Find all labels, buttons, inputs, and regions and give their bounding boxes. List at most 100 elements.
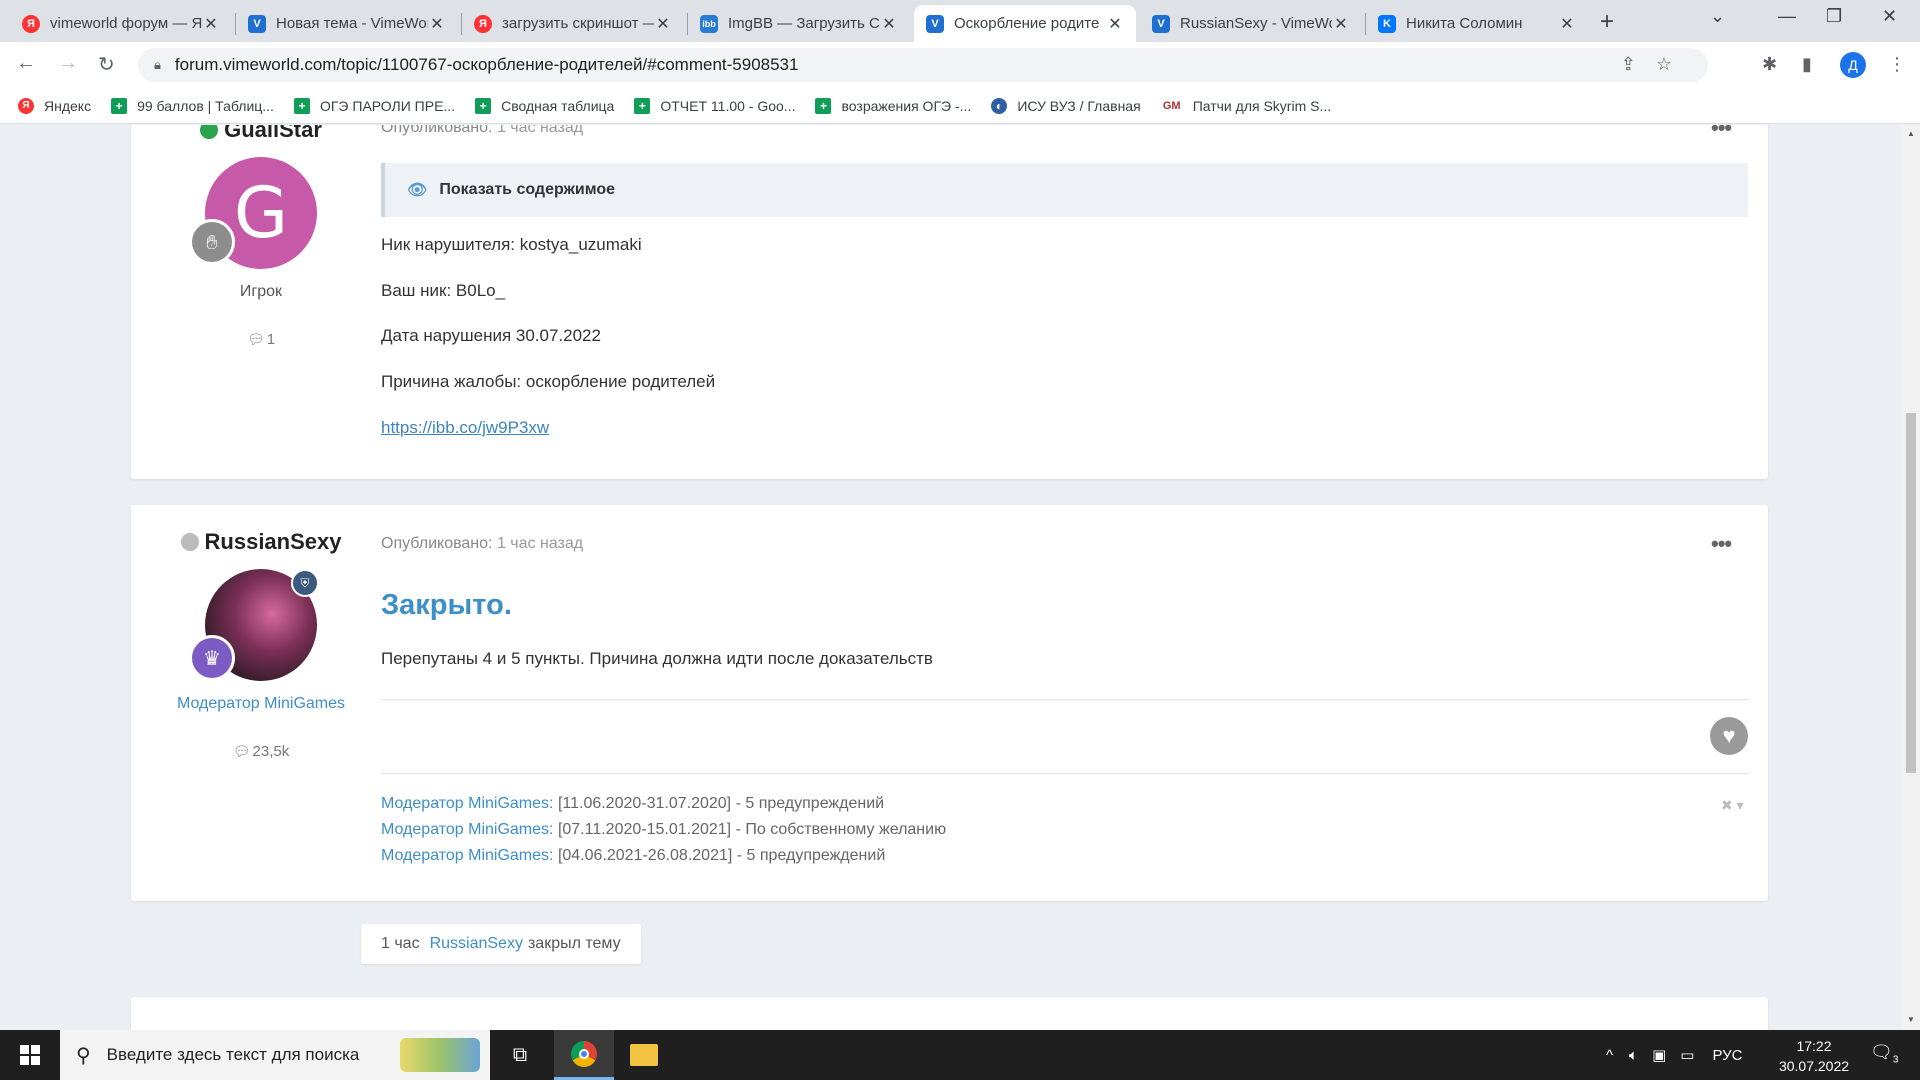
author-name: GualiStar bbox=[224, 125, 322, 142]
lock-icon[interactable]: 🔒︎ bbox=[154, 57, 161, 73]
signature: Модератор MiniGames: [11.06.2020-31.07.2… bbox=[381, 791, 946, 869]
evidence-link[interactable]: https://ibb.co/jw9P3xw bbox=[381, 418, 549, 438]
bookmark-summary-table[interactable]: + Сводная таблица bbox=[475, 97, 614, 114]
clock[interactable]: 17:22 30.07.2022 bbox=[1754, 1036, 1874, 1076]
back-icon[interactable]: ← bbox=[16, 52, 36, 75]
signature-close-icon[interactable]: ✖ ▾ bbox=[1721, 797, 1744, 814]
taskbar-search[interactable]: ⚲ Введите здесь текст для поиска bbox=[60, 1030, 490, 1080]
start-button[interactable] bbox=[0, 1030, 60, 1080]
close-icon[interactable]: ✕ bbox=[654, 14, 672, 34]
heart-icon[interactable]: ♥ bbox=[1710, 717, 1748, 755]
address-bar[interactable]: 🔒︎ forum.vimeworld.com/topic/1100767-оск… bbox=[138, 48, 1708, 82]
share-icon[interactable]: ⇪ bbox=[1621, 54, 1656, 74]
bookmark-isu[interactable]: ◐ ИСУ ВУЗ / Главная bbox=[991, 97, 1141, 114]
post-count[interactable]: 💬︎ 1 bbox=[131, 331, 391, 348]
battery-icon[interactable]: ▭ bbox=[1680, 1046, 1694, 1064]
post-count-value: 1 bbox=[266, 331, 276, 348]
event-user-link[interactable]: RussianSexy bbox=[430, 935, 523, 953]
published-label: Опубликовано: bbox=[381, 125, 493, 136]
author-name-link[interactable]: RussianSexy bbox=[131, 529, 391, 555]
close-icon[interactable]: ✕ bbox=[880, 14, 898, 34]
avatar[interactable]: G ✋︎ bbox=[189, 157, 317, 269]
moderation-event: 1 час RussianSexy закрыл тему bbox=[361, 924, 641, 964]
published-time[interactable]: 1 час назад bbox=[497, 125, 583, 136]
star-icon[interactable]: ☆ bbox=[1656, 54, 1692, 74]
sheets-icon: + bbox=[475, 97, 492, 114]
windows-taskbar: ⚲ Введите здесь текст для поиска ⧉ ^ 🔈︎ … bbox=[0, 1030, 1920, 1080]
divider bbox=[381, 773, 1748, 774]
browser-tab-6[interactable]: V RussianSexy - VimeWo ✕ bbox=[1140, 5, 1362, 42]
author-role[interactable]: Модератор MiniGames bbox=[131, 695, 391, 713]
search-highlight-image[interactable] bbox=[400, 1038, 480, 1072]
task-view-icon[interactable]: ⧉ bbox=[490, 1030, 550, 1080]
tab-search-icon[interactable]: ⌄ bbox=[1710, 6, 1725, 27]
post-count-value: 23,5k bbox=[252, 743, 290, 760]
show-hidden-icons-icon[interactable]: ^ bbox=[1606, 1047, 1613, 1064]
sheets-icon: + bbox=[815, 97, 832, 114]
bookmark-99-points[interactable]: +99 баллов | Таблиц... bbox=[111, 97, 274, 114]
signature-detail: [04.06.2021-26.08.2021] - 5 предупрежден… bbox=[557, 847, 886, 864]
eye-icon: 👁︎ bbox=[407, 182, 428, 199]
crown-badge-icon[interactable]: ♛ bbox=[189, 635, 235, 681]
bookmark-oge-objections[interactable]: + возражения ОГЭ -... bbox=[815, 97, 971, 114]
chrome-taskbar-button[interactable] bbox=[554, 1030, 614, 1080]
signature-role: Модератор MiniGames: bbox=[381, 795, 554, 812]
close-icon[interactable]: ✕ bbox=[1558, 14, 1576, 34]
forward-icon[interactable]: → bbox=[58, 52, 78, 75]
extensions-icon[interactable]: ✱ bbox=[1762, 54, 1777, 75]
yandex-icon: Я bbox=[22, 14, 40, 33]
browser-tab-2[interactable]: V Новая тема - VimeWorld ✕ bbox=[236, 5, 458, 42]
close-icon[interactable]: ✕ bbox=[428, 14, 446, 34]
restore-icon[interactable]: ❐ bbox=[1826, 6, 1842, 27]
browser-tab-3[interactable]: Я загрузить скриншот — Я ✕ bbox=[462, 5, 684, 42]
bookmark-label: ОГЭ ПАРОЛИ ПРЕ... bbox=[319, 97, 456, 114]
language-indicator[interactable]: РУС bbox=[1712, 1047, 1742, 1064]
forum-post: GualiStar G ✋︎ Игрок 💬︎ 1 Опубликовано: 1… bbox=[131, 125, 1768, 479]
close-icon[interactable]: ✕ bbox=[1106, 14, 1124, 34]
minimize-icon[interactable]: — bbox=[1778, 6, 1796, 27]
bookmark-oge-passwords[interactable]: + ОГЭ ПАРОЛИ ПРЕ... bbox=[293, 97, 456, 114]
tab-strip: Я vimeworld форум — Я ✕ V Новая тема - V… bbox=[0, 0, 1920, 42]
file-explorer-button[interactable] bbox=[614, 1030, 674, 1080]
browser-tab-7[interactable]: K Никита Соломин ✕ bbox=[1366, 5, 1588, 42]
event-time[interactable]: 1 час bbox=[381, 935, 420, 953]
avatar[interactable]: ⛨ ♛ bbox=[189, 569, 319, 681]
new-tab-button[interactable]: + bbox=[1600, 8, 1614, 36]
scroll-up-icon[interactable]: ▲ bbox=[1907, 129, 1915, 138]
window-close-icon[interactable]: ✕ bbox=[1882, 6, 1897, 27]
bookmark-label: ИСУ ВУЗ / Главная bbox=[1017, 97, 1141, 114]
signature-detail: [07.11.2020-15.01.2021] - По собственном… bbox=[557, 821, 947, 838]
event-action: закрыл тему bbox=[527, 935, 621, 952]
close-icon[interactable]: ✕ bbox=[202, 14, 220, 34]
menu-icon[interactable]: ⋮ bbox=[1888, 54, 1906, 75]
tab-title: загрузить скриншот — Я bbox=[502, 15, 654, 32]
vimeworld-icon: V bbox=[1152, 14, 1170, 33]
scrollbar-thumb[interactable] bbox=[1906, 413, 1916, 773]
volume-icon[interactable]: 🔈︎ bbox=[1629, 1047, 1638, 1064]
profile-avatar[interactable]: Д bbox=[1840, 52, 1866, 78]
author-name-link[interactable]: GualiStar bbox=[131, 125, 391, 143]
browser-tab-1[interactable]: Я vimeworld форум — Я ✕ bbox=[10, 5, 232, 42]
bookmark-skyrim-patches[interactable]: GM Патчи для Skyrim S... bbox=[1161, 98, 1331, 114]
side-panel-icon[interactable]: ▮ bbox=[1802, 54, 1812, 75]
system-tray: ^ 🔈︎ ▣ ▭ РУС bbox=[1606, 1030, 1742, 1080]
close-icon[interactable]: ✕ bbox=[1332, 14, 1350, 34]
reload-icon[interactable]: ↻ bbox=[98, 52, 115, 77]
spoiler-toggle[interactable]: 👁︎ Показать содержимое bbox=[381, 163, 1748, 217]
page-scrollbar[interactable]: ▲ ▼ bbox=[1902, 125, 1920, 1030]
browser-tab-4[interactable]: ibb ImgBB — Загрузить С ✕ bbox=[688, 5, 910, 42]
post-count[interactable]: 💬︎ 23,5k bbox=[131, 743, 391, 760]
post-options-icon[interactable]: ••• bbox=[1711, 125, 1732, 141]
bookmark-yandex[interactable]: Я Яндекс bbox=[18, 97, 92, 114]
device-icon[interactable]: ▣ bbox=[1652, 1046, 1666, 1064]
bookmark-report[interactable]: + ОТЧЕТ 11.00 - Goo... bbox=[634, 97, 795, 114]
scroll-down-icon[interactable]: ▼ bbox=[1907, 1015, 1915, 1024]
browser-tab-5[interactable]: V Оскорбление родите ✕ bbox=[914, 5, 1136, 42]
post-line: Дата нарушения 30.07.2022 bbox=[381, 326, 601, 345]
bookmark-label: Яндекс bbox=[44, 97, 92, 114]
clock-date: 30.07.2022 bbox=[1778, 1058, 1850, 1074]
signature-line: Модератор MiniGames: [04.06.2021-26.08.2… bbox=[381, 843, 946, 869]
notifications-icon[interactable]: 🗨︎3 bbox=[1870, 1042, 1898, 1066]
rank-badge-icon[interactable]: ✋︎ bbox=[189, 219, 235, 265]
sheets-icon: + bbox=[293, 97, 310, 114]
